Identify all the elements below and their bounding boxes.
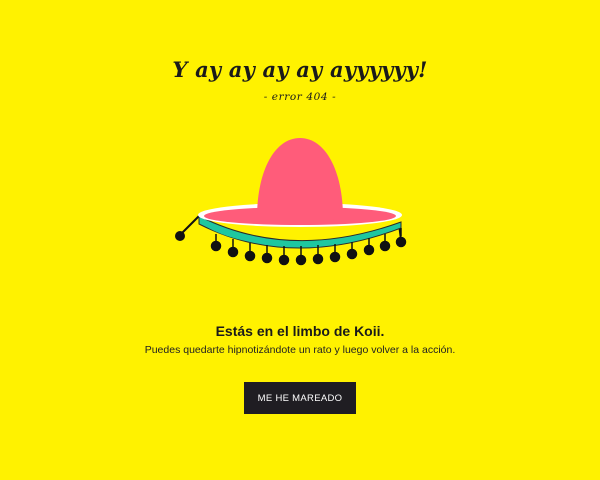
sombrero-pompom (175, 231, 185, 241)
error-code: - error 404 - (263, 91, 337, 103)
dizzy-button[interactable]: ME HE MAREADO (244, 382, 356, 414)
page-title: Y ay ay ay ay ayyyyyy! (172, 57, 428, 82)
error-header: Y ay ay ay ay ayyyyyy! - error 404 - (0, 56, 600, 104)
sombrero-icon (175, 138, 407, 266)
error-message: Estás en el limbo de Koii. Puedes quedar… (0, 321, 600, 358)
message-title: Estás en el limbo de Koii. (215, 323, 385, 339)
sombrero-crown (257, 138, 343, 222)
sombrero-left-cord (180, 215, 200, 235)
message-subtitle: Puedes quedarte hipnotizándote un rato y… (144, 344, 456, 356)
sombrero-band-lower (205, 226, 399, 246)
